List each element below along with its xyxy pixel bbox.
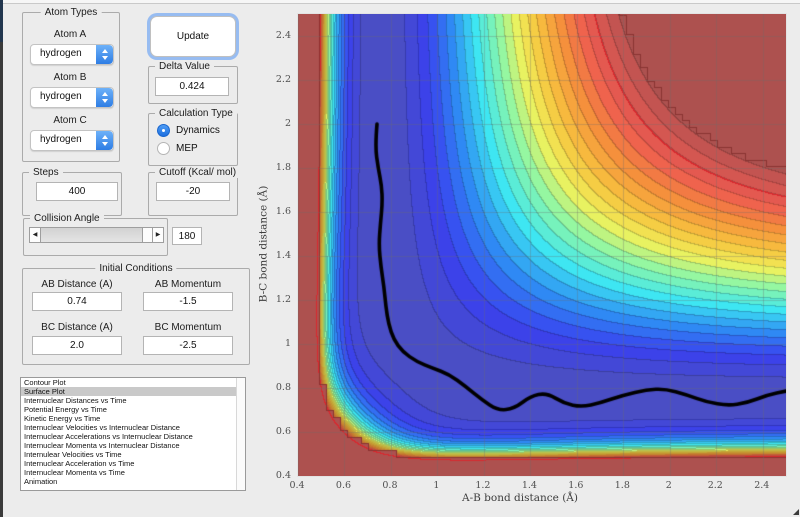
- atom-c-value: hydrogen: [40, 134, 82, 145]
- bc-momentum-label: BC Momentum: [155, 322, 222, 333]
- x-tick-label: 1: [428, 480, 444, 491]
- slider-groove[interactable]: [40, 227, 143, 243]
- bc-distance-label: BC Distance (A): [41, 322, 113, 333]
- initial-conditions-title: Initial Conditions: [95, 263, 176, 274]
- y-tick-label: 1: [273, 338, 291, 349]
- list-item[interactable]: Internuclear Distances vs Time: [21, 396, 245, 405]
- radio-dynamics-label: Dynamics: [176, 125, 220, 136]
- atom-a-label: Atom A: [54, 29, 86, 40]
- popup-stepper-icon: [96, 45, 113, 64]
- y-tick-label: 1.8: [273, 162, 291, 173]
- listbox-scrollbar[interactable]: [236, 378, 245, 490]
- collision-angle-slider[interactable]: ◀ ▶: [29, 227, 164, 243]
- y-tick-label: 2.2: [273, 74, 291, 85]
- list-item[interactable]: Potential Energy vs Time: [21, 405, 245, 414]
- plot-type-listbox[interactable]: Contour PlotSurface PlotInternuclear Dis…: [20, 377, 246, 491]
- atom-a-select[interactable]: hydrogen: [30, 44, 114, 65]
- window-left-edge: [0, 0, 3, 517]
- calculation-type-title: Calculation Type: [155, 108, 237, 119]
- atom-b-select[interactable]: hydrogen: [30, 87, 114, 108]
- x-tick-label: 0.4: [289, 480, 305, 491]
- cutoff-field[interactable]: [156, 182, 230, 201]
- y-tick-label: 1.6: [273, 206, 291, 217]
- popup-stepper-icon: [96, 131, 113, 150]
- update-button[interactable]: Update: [150, 16, 236, 57]
- x-tick-label: 1.2: [475, 480, 491, 491]
- list-item[interactable]: Animation: [21, 477, 245, 486]
- cutoff-title: Cutoff (Kcal/ mol): [155, 167, 240, 178]
- pes-surface-canvas: [298, 14, 786, 476]
- radio-unselected-icon: [157, 142, 170, 155]
- list-item[interactable]: Internulear Velocities vs Time: [21, 450, 245, 459]
- atom-b-value: hydrogen: [40, 91, 82, 102]
- window-left-edge-top: [0, 0, 3, 42]
- y-tick-label: 1.2: [273, 294, 291, 305]
- calculation-type-group: Calculation Type: [148, 113, 238, 166]
- list-item[interactable]: Kinetic Energy vs Time: [21, 414, 245, 423]
- x-tick-label: 1.8: [614, 480, 630, 491]
- y-tick-label: 1.4: [273, 250, 291, 261]
- delta-value-title: Delta Value: [155, 61, 214, 72]
- x-tick-label: 2: [661, 480, 677, 491]
- y-axis-label: B-C bond distance (Å): [257, 186, 269, 303]
- bc-momentum-field[interactable]: [143, 336, 233, 355]
- ab-distance-label: AB Distance (A): [41, 279, 112, 290]
- y-tick-label: 2.4: [273, 30, 291, 41]
- x-axis-label: A-B bond distance (Å): [462, 492, 578, 504]
- steps-field[interactable]: [36, 182, 118, 201]
- atom-c-select[interactable]: hydrogen: [30, 130, 114, 151]
- delta-value-field[interactable]: [155, 77, 229, 96]
- x-tick-label: 1.4: [521, 480, 537, 491]
- x-tick-label: 2.4: [754, 480, 770, 491]
- list-item[interactable]: Contour Plot: [21, 378, 245, 387]
- atom-a-value: hydrogen: [40, 48, 82, 59]
- list-item[interactable]: Internuclear Velocities vs Internuclear …: [21, 423, 245, 432]
- slider-right-arrow-icon[interactable]: ▶: [152, 227, 164, 243]
- popup-stepper-icon: [96, 88, 113, 107]
- contour-plot: [297, 13, 787, 477]
- list-item[interactable]: Internuclear Momenta vs Internuclear Dis…: [21, 441, 245, 450]
- bc-distance-field[interactable]: [32, 336, 122, 355]
- x-tick-label: 1.6: [568, 480, 584, 491]
- y-tick-label: 0.8: [273, 382, 291, 393]
- ab-momentum-label: AB Momentum: [155, 279, 221, 290]
- atom-b-label: Atom B: [54, 72, 87, 83]
- x-tick-label: 0.8: [382, 480, 398, 491]
- collision-angle-field[interactable]: [172, 227, 202, 245]
- y-tick-label: 0.6: [273, 426, 291, 437]
- collision-angle-title: Collision Angle: [30, 213, 104, 224]
- steps-title: Steps: [29, 167, 63, 178]
- list-item[interactable]: Internuclear Momenta vs Time: [21, 468, 245, 477]
- radio-mep-label: MEP: [176, 143, 198, 154]
- atom-c-label: Atom C: [53, 115, 86, 126]
- ab-momentum-field[interactable]: [143, 292, 233, 311]
- atom-types-title: Atom Types: [41, 7, 102, 18]
- list-item[interactable]: Internuclear Acceleration vs Time: [21, 459, 245, 468]
- app-window: Atom Types Atom A hydrogen Atom B hydrog…: [0, 0, 800, 517]
- list-item[interactable]: Internuclear Accelerations vs Internucle…: [21, 432, 245, 441]
- resize-grip-icon[interactable]: [793, 509, 799, 515]
- y-tick-label: 2: [273, 118, 291, 129]
- y-tick-label: 0.4: [273, 470, 291, 481]
- radio-selected-icon: [157, 124, 170, 137]
- x-tick-label: 0.6: [335, 480, 351, 491]
- window-top-edge: [0, 0, 800, 4]
- x-tick-label: 2.2: [707, 480, 723, 491]
- list-item[interactable]: Surface Plot: [21, 387, 245, 396]
- ab-distance-field[interactable]: [32, 292, 122, 311]
